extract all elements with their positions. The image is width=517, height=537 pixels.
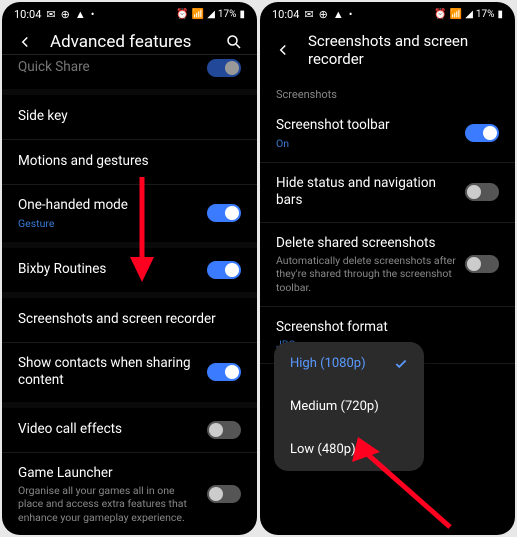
row-contacts[interactable]: Show contacts when sharing content [2, 343, 257, 402]
signal-icon: ◢ [465, 9, 473, 20]
screen-screenshot-recorder: 10:04 ✉ ⊕ ▲ • ⏰ 📶 ◢ 17% ▮ Screenshots an… [260, 2, 515, 535]
android-icon: ▲ [333, 8, 344, 21]
battery-icon: ▮ [497, 9, 503, 20]
one-handed-label: One-handed mode [18, 197, 199, 215]
alarm-icon: ⏰ [434, 9, 446, 20]
hide-status-label: Hide status and navigation bars [276, 175, 465, 210]
video-call-label: Video call effects [18, 421, 122, 439]
app-icon: ⊕ [61, 8, 70, 21]
bixby-label: Bixby Routines [18, 261, 106, 279]
game-launcher-sub: Organise all your games all in one place… [18, 484, 199, 523]
option-low-label: Low (480p) [290, 442, 356, 457]
dropdown-option-medium[interactable]: Medium (720p) [274, 385, 424, 428]
more-icon: • [91, 8, 95, 21]
one-handed-sub: Gesture [18, 217, 199, 230]
message-icon: ✉ [304, 8, 313, 21]
row-hide-status[interactable]: Hide status and navigation bars [260, 163, 515, 222]
format-label: Screenshot format [276, 319, 491, 337]
screen-advanced-features: 10:04 ✉ ⊕ ▲ • ⏰ 📶 ◢ 17% ▮ Advanced featu… [2, 2, 257, 535]
battery-text: 17% [476, 9, 495, 20]
status-bar: 10:04 ✉ ⊕ ▲ • ⏰ 📶 ◢ 17% ▮ [2, 2, 257, 24]
back-icon[interactable] [274, 41, 292, 59]
row-motions[interactable]: Motions and gestures [2, 140, 257, 184]
toolbar-label: Screenshot toolbar [276, 117, 457, 135]
message-icon: ✉ [46, 8, 55, 21]
row-video-call[interactable]: Video call effects [2, 408, 257, 452]
toggle-contacts[interactable] [207, 363, 241, 381]
side-key-label: Side key [18, 108, 68, 126]
status-time: 10:04 [14, 8, 41, 21]
dropdown-option-low[interactable]: Low (480p) [274, 428, 424, 471]
row-screenshots[interactable]: Screenshots and screen recorder [2, 298, 257, 342]
toggle-hide-status[interactable] [465, 183, 499, 201]
toggle-game-launcher[interactable] [207, 485, 241, 503]
delete-shared-sub: Automatically delete screenshots after t… [276, 254, 457, 293]
row-delete-shared[interactable]: Delete shared screenshots Automatically … [260, 223, 515, 306]
row-toolbar[interactable]: Screenshot toolbar On [260, 105, 515, 162]
status-bar: 10:04 ✉ ⊕ ▲ • ⏰ 📶 ◢ 17% ▮ [260, 2, 515, 24]
back-icon[interactable] [16, 33, 34, 51]
wifi-icon: 📶 [192, 9, 204, 20]
screenshots-label: Screenshots and screen recorder [18, 311, 216, 329]
toggle-bixby[interactable] [207, 261, 241, 279]
quick-share-label: Quick Share [18, 59, 199, 77]
motions-label: Motions and gestures [18, 153, 149, 171]
android-icon: ▲ [75, 8, 86, 21]
option-high-label: High (1080p) [290, 356, 366, 371]
row-quick-share[interactable]: Quick Share [2, 54, 257, 89]
row-side-key[interactable]: Side key [2, 95, 257, 139]
status-time: 10:04 [272, 8, 299, 21]
toggle-video-call[interactable] [207, 421, 241, 439]
more-icon: • [349, 8, 353, 21]
option-medium-label: Medium (720p) [290, 399, 379, 414]
toggle-one-handed[interactable] [207, 204, 241, 222]
row-one-handed[interactable]: One-handed mode Gesture [2, 185, 257, 242]
row-game-launcher[interactable]: Game Launcher Organise all your games al… [2, 453, 257, 535]
battery-text: 17% [218, 9, 237, 20]
signal-icon: ◢ [207, 9, 215, 20]
app-icon: ⊕ [319, 8, 328, 21]
game-launcher-label: Game Launcher [18, 465, 199, 483]
contacts-label: Show contacts when sharing content [18, 355, 199, 390]
toggle-quick-share[interactable] [207, 59, 241, 77]
delete-shared-label: Delete shared screenshots [276, 235, 457, 253]
page-title: Screenshots and screen recorder [308, 32, 501, 68]
toolbar-sub: On [276, 137, 457, 150]
header: Screenshots and screen recorder [260, 24, 515, 78]
search-icon[interactable] [225, 33, 243, 51]
toggle-toolbar[interactable] [465, 124, 499, 142]
wifi-icon: 📶 [450, 9, 462, 20]
check-icon [394, 357, 408, 371]
page-title: Advanced features [50, 32, 209, 52]
battery-icon: ▮ [239, 9, 245, 20]
alarm-icon: ⏰ [176, 9, 188, 20]
row-bixby[interactable]: Bixby Routines [2, 248, 257, 292]
section-screenshots: Screenshots [260, 78, 515, 105]
video-quality-dropdown: High (1080p) Medium (720p) Low (480p) [274, 342, 424, 471]
dropdown-option-high[interactable]: High (1080p) [274, 342, 424, 385]
toggle-delete-shared[interactable] [465, 255, 499, 273]
